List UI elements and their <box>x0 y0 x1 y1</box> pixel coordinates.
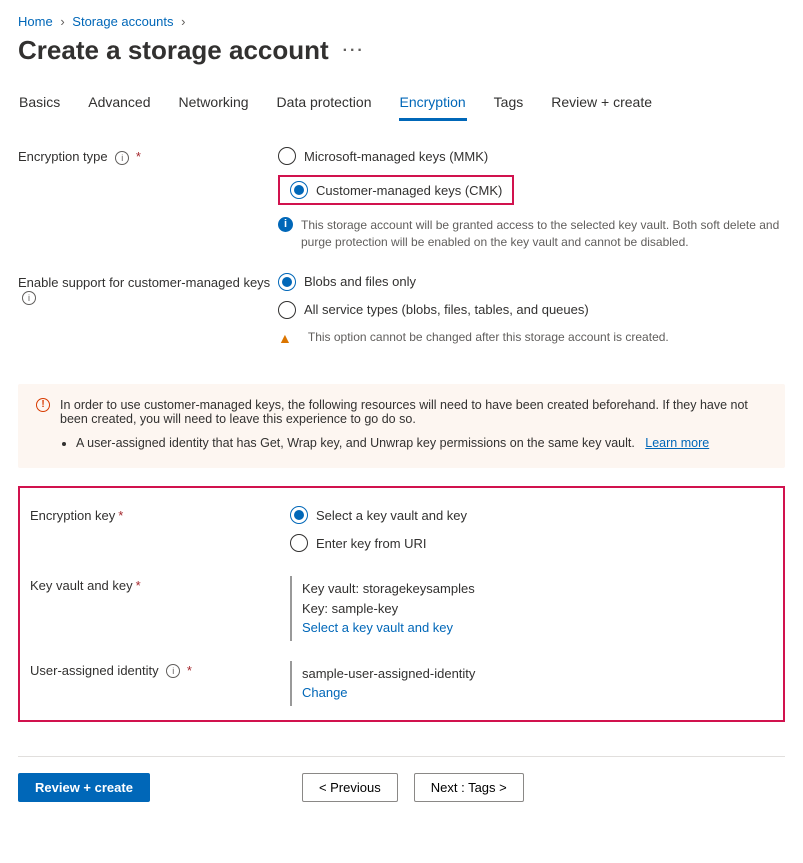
chevron-right-icon: › <box>181 14 185 29</box>
next-button[interactable]: Next : Tags > <box>414 773 524 802</box>
support-label: Enable support for customer-managed keys… <box>18 273 278 306</box>
tab-basics[interactable]: Basics <box>18 94 61 121</box>
breadcrumb: Home › Storage accounts › <box>18 14 785 29</box>
info-icon[interactable]: i <box>115 151 129 165</box>
previous-button[interactable]: < Previous <box>302 773 398 802</box>
highlight-encryption-key-section: Encryption key* Select a key vault and k… <box>18 486 785 722</box>
encryption-type-label: Encryption type i * <box>18 147 278 165</box>
change-identity-link[interactable]: Change <box>302 683 763 703</box>
key-vault-value: Key vault: storagekeysamples Key: sample… <box>290 576 773 641</box>
more-menu-icon[interactable]: ··· <box>343 42 365 60</box>
support-warning: ▲ This option cannot be changed after th… <box>278 329 785 349</box>
learn-more-link[interactable]: Learn more <box>645 436 709 450</box>
warning-icon: ▲ <box>278 329 292 349</box>
radio-blobs-files[interactable]: Blobs and files only <box>278 273 785 291</box>
breadcrumb-home[interactable]: Home <box>18 14 53 29</box>
tab-data-protection[interactable]: Data protection <box>276 94 373 121</box>
tab-tags[interactable]: Tags <box>493 94 525 121</box>
tab-encryption[interactable]: Encryption <box>399 94 467 121</box>
tab-advanced[interactable]: Advanced <box>87 94 151 121</box>
radio-cmk[interactable]: Customer-managed keys (CMK) <box>290 181 502 199</box>
tab-review[interactable]: Review + create <box>550 94 653 121</box>
review-create-button[interactable]: Review + create <box>18 773 150 802</box>
key-vault-label: Key vault and key* <box>30 576 290 593</box>
tab-networking[interactable]: Networking <box>178 94 250 121</box>
select-key-vault-link[interactable]: Select a key vault and key <box>302 618 763 638</box>
info-icon: i <box>278 217 293 232</box>
wizard-footer: Review + create < Previous Next : Tags > <box>18 756 785 802</box>
tabs: Basics Advanced Networking Data protecti… <box>18 94 785 121</box>
highlight-cmk: Customer-managed keys (CMK) <box>278 175 514 205</box>
chevron-right-icon: › <box>60 14 64 29</box>
warning-icon: ! <box>36 398 50 412</box>
encryption-key-label: Encryption key* <box>30 506 290 523</box>
info-icon[interactable]: i <box>22 291 36 305</box>
radio-enter-uri[interactable]: Enter key from URI <box>290 534 773 552</box>
prerequisite-callout: ! In order to use customer-managed keys,… <box>18 384 785 468</box>
radio-select-key-vault[interactable]: Select a key vault and key <box>290 506 773 524</box>
required-mark: * <box>136 149 141 164</box>
radio-all-services[interactable]: All service types (blobs, files, tables,… <box>278 301 785 319</box>
page-title: Create a storage account ··· <box>18 35 785 66</box>
breadcrumb-storage-accounts[interactable]: Storage accounts <box>72 14 173 29</box>
user-identity-value: sample-user-assigned-identity Change <box>290 661 773 706</box>
cmk-info-note: i This storage account will be granted a… <box>278 217 785 251</box>
info-icon[interactable]: i <box>166 664 180 678</box>
radio-mmk[interactable]: Microsoft-managed keys (MMK) <box>278 147 785 165</box>
user-identity-label: User-assigned identity i * <box>30 661 290 679</box>
